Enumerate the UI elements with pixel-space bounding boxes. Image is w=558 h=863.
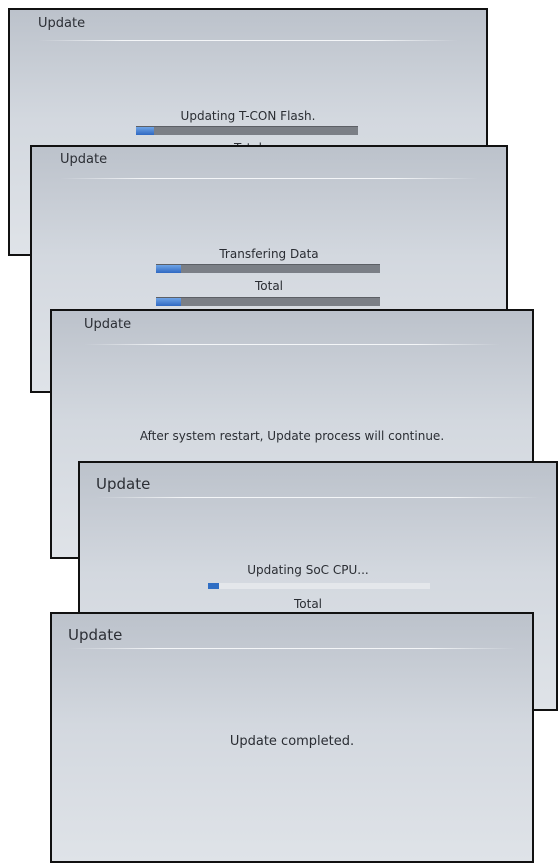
title-divider bbox=[84, 344, 500, 345]
progress-fill bbox=[156, 265, 181, 273]
screen-title: Update bbox=[38, 16, 86, 31]
title-divider bbox=[60, 178, 478, 179]
title-divider bbox=[38, 40, 458, 41]
screen-title: Update bbox=[60, 152, 108, 167]
status-message: Updating T-CON Flash. bbox=[180, 109, 316, 123]
screen-title: Update bbox=[84, 317, 132, 332]
status-message: After system restart, Update process wil… bbox=[139, 429, 445, 443]
title-divider bbox=[68, 648, 516, 649]
total-progress-fill bbox=[156, 298, 181, 306]
progress-fill bbox=[208, 583, 220, 589]
total-label: Total bbox=[254, 279, 284, 293]
progress-fill bbox=[136, 127, 154, 135]
total-progress-bar bbox=[156, 297, 380, 306]
progress-bar bbox=[136, 126, 358, 135]
title-divider bbox=[96, 497, 540, 498]
progress-bar bbox=[156, 264, 380, 273]
status-message: Updating SoC CPU... bbox=[247, 563, 369, 577]
total-label: Total bbox=[293, 597, 323, 611]
status-message: Update completed. bbox=[229, 734, 355, 749]
progress-bar bbox=[208, 583, 430, 589]
update-screen-5: Update Update completed. bbox=[50, 612, 534, 863]
screen-title: Update bbox=[96, 475, 151, 493]
screen-title: Update bbox=[68, 626, 123, 644]
status-message: Transfering Data bbox=[219, 247, 319, 261]
